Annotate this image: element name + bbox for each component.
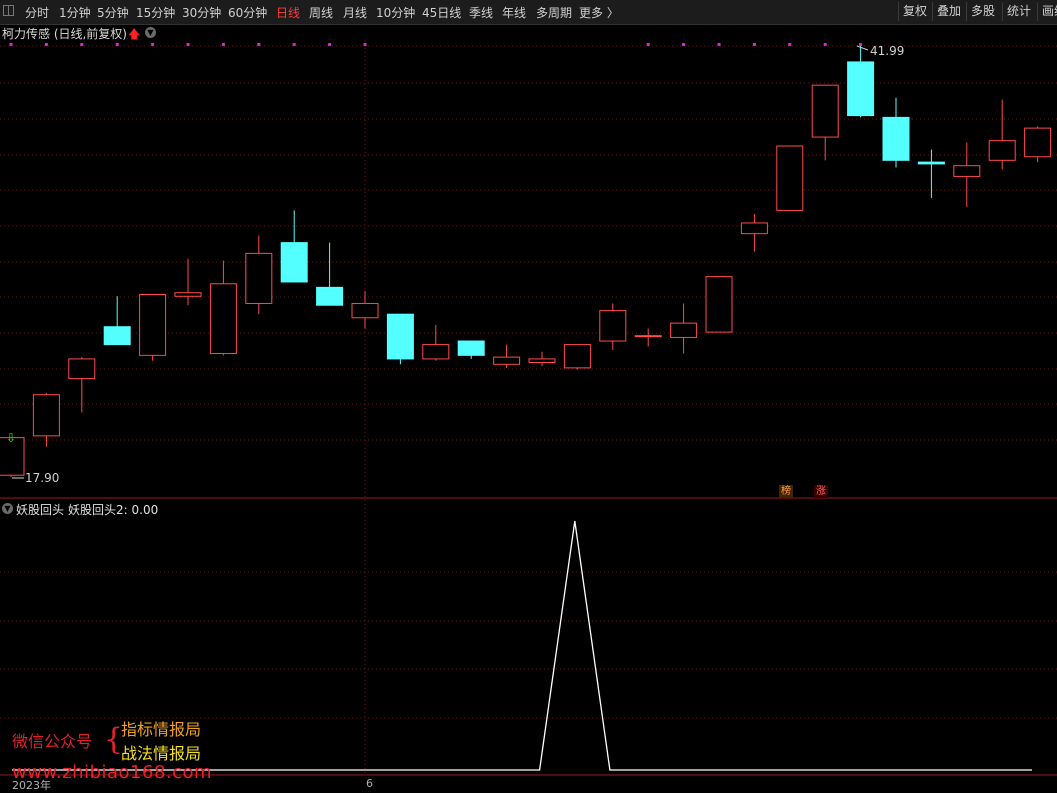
list-tag-badge[interactable]: 榜 xyxy=(779,485,793,498)
candle-body-9 xyxy=(316,286,344,306)
candle-body-11 xyxy=(386,313,414,360)
candle-body-21 xyxy=(740,222,768,235)
period-tab-10[interactable]: 45日线 xyxy=(422,4,461,21)
signal-marker-6 xyxy=(221,43,225,46)
price-up-arrow-icon: 🡅 xyxy=(128,27,141,41)
candle-body-19 xyxy=(670,322,698,338)
period-tab-2[interactable]: 5分钟 xyxy=(97,4,129,21)
signal-marker-18 xyxy=(646,43,650,46)
watermark-line-2: 战法情报局 xyxy=(121,744,202,763)
signal-marker-5 xyxy=(186,43,190,46)
candle-body-24 xyxy=(847,61,875,117)
toolbar-button-1[interactable]: 叠加 xyxy=(932,2,966,21)
period-tab-9[interactable]: 10分钟 xyxy=(376,4,415,21)
indicator-value: 妖股回头2: 0.00 xyxy=(68,503,159,517)
candle-body-3 xyxy=(103,326,131,346)
signal-marker-3 xyxy=(115,43,119,46)
signal-marker-23 xyxy=(823,43,827,46)
period-tab-12[interactable]: 年线 xyxy=(502,4,526,21)
signal-marker-24 xyxy=(859,43,863,46)
candle-body-7 xyxy=(245,252,273,304)
candle-body-28 xyxy=(988,140,1016,161)
period-tab-11[interactable]: 季线 xyxy=(469,4,493,21)
signal-marker-20 xyxy=(717,43,721,46)
signal-marker-4 xyxy=(151,43,155,46)
main-chart-title: 柯力传感 (日线,前复权) xyxy=(2,27,127,41)
candle-body-12 xyxy=(422,344,450,360)
signal-marker-8 xyxy=(292,43,296,46)
candle-body-13 xyxy=(457,340,485,356)
watermark-line-1: 指标情报局 xyxy=(121,720,202,739)
toolbar-button-0[interactable]: 复权 xyxy=(898,2,932,21)
period-tab-5[interactable]: 60分钟 xyxy=(228,4,267,21)
candle-body-5 xyxy=(174,292,202,297)
period-tab-13[interactable]: 多周期 xyxy=(536,4,572,21)
low-price-label: 17.90 xyxy=(25,471,60,485)
toolbar-button-4[interactable]: 画线 xyxy=(1037,2,1057,21)
candle-body-20 xyxy=(705,276,733,333)
candle-body-26 xyxy=(917,161,945,165)
candle-body-17 xyxy=(599,310,627,342)
limit-up-tag-badge[interactable]: 涨 xyxy=(814,485,828,498)
high-price-label: 41.99 xyxy=(870,44,905,58)
period-tab-6[interactable]: 日线 xyxy=(276,4,300,21)
signal-marker-7 xyxy=(257,43,261,46)
signal-marker-10 xyxy=(363,43,367,46)
candle-body-6 xyxy=(209,283,237,355)
candle-body-4 xyxy=(139,294,167,356)
signal-marker-9 xyxy=(328,43,332,46)
toolbar-button-3[interactable]: 统计 xyxy=(1002,2,1036,21)
candle-body-8 xyxy=(280,242,308,283)
signal-marker-1 xyxy=(44,43,48,46)
period-tab-7[interactable]: 周线 xyxy=(309,4,333,21)
indicator-chevron-down-icon[interactable]: ▼ xyxy=(2,503,13,514)
candle-body-2 xyxy=(68,358,96,380)
period-toolbar: 分时 1分钟 5分钟 15分钟 30分钟 60分钟 日线 周线 月线 10分钟 45日线 季线 年线 多周… xyxy=(0,0,1057,25)
period-tab-14[interactable]: 更多 〉 xyxy=(579,4,619,21)
signal-marker-2 xyxy=(80,43,84,46)
candle-body-15 xyxy=(528,358,556,363)
signal-marker-0 xyxy=(9,43,13,46)
candle-body-29 xyxy=(1024,127,1052,158)
candle-body-1 xyxy=(32,394,60,437)
candle-body-10 xyxy=(351,302,379,319)
candle-body-25 xyxy=(882,116,910,161)
watermark-wechat-label: 微信公众号 xyxy=(12,732,93,751)
signal-marker-21 xyxy=(752,43,756,46)
period-tab-4[interactable]: 30分钟 xyxy=(182,4,221,21)
candle-body-22 xyxy=(776,145,804,211)
signal-marker-19 xyxy=(682,43,686,46)
period-tab-8[interactable]: 月线 xyxy=(343,4,367,21)
period-tab-1[interactable]: 1分钟 xyxy=(59,4,91,21)
candle-body-18 xyxy=(634,335,662,338)
period-tab-3[interactable]: 15分钟 xyxy=(136,4,175,21)
signal-marker-22 xyxy=(788,43,792,46)
candle-body-27 xyxy=(953,165,981,177)
candle-body-16 xyxy=(563,344,591,369)
buy-signal-arrow-icon: ⇩ xyxy=(6,431,17,445)
chart-area xyxy=(0,40,1057,776)
toolbar-button-2[interactable]: 多股 xyxy=(966,2,1000,21)
period-tab-0[interactable]: 分时 xyxy=(25,4,49,21)
candle-body-14 xyxy=(493,356,521,365)
indicator-title: 妖股回头 xyxy=(16,503,65,517)
x-axis-tick-label: 6 xyxy=(366,777,373,790)
window-toggle-icon[interactable] xyxy=(3,5,14,16)
high-pointer-line xyxy=(856,45,869,51)
watermark-url: www.zhibiao168.com xyxy=(12,762,213,783)
chevron-down-icon[interactable]: ▼ xyxy=(145,27,156,38)
candle-body-23 xyxy=(811,84,839,138)
